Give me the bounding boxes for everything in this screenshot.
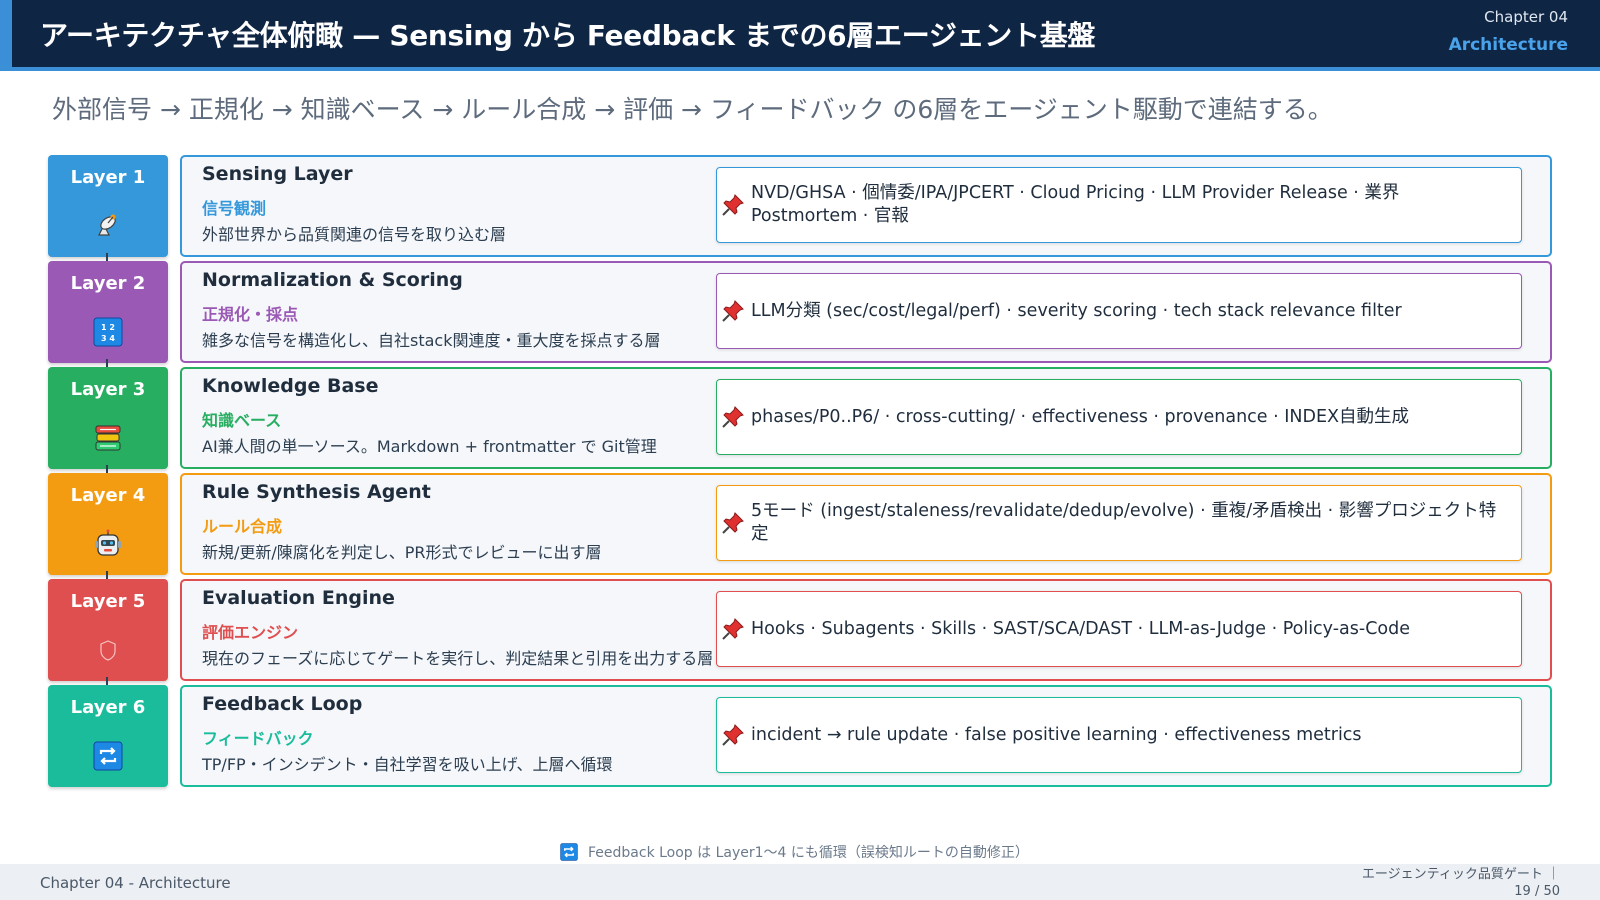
layer-detail-box: NVD/GHSA · 個情委/IPA/JPCERT · Cloud Pricin…	[716, 167, 1522, 243]
layer-jp-name: ルール合成	[202, 517, 283, 536]
layer-title: Sensing Layer	[202, 163, 353, 185]
satellite-antenna-icon	[98, 214, 116, 236]
robot-icon	[95, 529, 121, 556]
layer-label: Layer 1	[70, 167, 146, 188]
slide-header: アーキテクチャ全体俯瞰 — Sensing から Feedback までの6層エ…	[0, 0, 1600, 67]
layer-badge-1: Layer 1	[48, 155, 168, 257]
chapter-name: Architecture	[1448, 35, 1568, 55]
svg-text:1 2: 1 2	[101, 323, 115, 332]
layer-badge-2: Layer 2 1 2 3 4	[48, 261, 168, 363]
layer-label: Layer 5	[70, 591, 146, 612]
layer-title: Rule Synthesis Agent	[202, 481, 431, 503]
layer-jp-name: 評価エンジン	[202, 623, 299, 642]
shield-icon	[100, 640, 116, 661]
layer-detail-text: LLM分類 (sec/cost/legal/perf) · severity s…	[751, 300, 1402, 321]
pushpin-icon	[722, 618, 744, 640]
layer-title: Knowledge Base	[202, 375, 379, 397]
repeat-icon	[93, 741, 123, 771]
footer-chapter: Chapter 04 - Architecture	[40, 874, 231, 892]
layer-badge-3: Layer 3	[48, 367, 168, 469]
header-accent-bar	[0, 0, 12, 67]
layer-row-2: Layer 2 1 2 3 4 Normalization & Scoring …	[0, 261, 1600, 375]
layer-row-1: Layer 1 Sensing Layer 信号観測 外部世界から品質関連の信号…	[0, 155, 1600, 269]
layer-badge-5: Layer 5	[48, 579, 168, 681]
footer-deck-title: エージェンティック品質ゲート ｜	[1361, 867, 1560, 882]
layer-jp-name: 知識ベース	[202, 411, 282, 430]
layer-description: TP/FP・インシデント・自社学習を吸い上げ、上層へ循環	[202, 755, 613, 774]
layer-card-6: Feedback Loop フィードバック TP/FP・インシデント・自社学習を…	[180, 685, 1552, 787]
layer-description: 雑多な信号を構造化し、自社stack関連度・重大度を採点する層	[202, 331, 661, 350]
svg-text:3 4: 3 4	[101, 334, 115, 343]
footer-meta: エージェンティック品質ゲート ｜ 19 / 50	[1362, 866, 1560, 900]
pushpin-icon	[722, 194, 744, 216]
layer-title: Feedback Loop	[202, 693, 363, 715]
layer-card-5: Evaluation Engine 評価エンジン 現在のフェーズに応じてゲートを…	[180, 579, 1552, 681]
pushpin-icon	[722, 724, 744, 746]
layer-description: AI兼人間の単一ソース。Markdown + frontmatter で Git…	[202, 437, 657, 456]
layer-description: 外部世界から品質関連の信号を取り込む層	[202, 225, 507, 244]
layer-row-5: Layer 5 Evaluation Engine 評価エンジン 現在のフェーズ…	[0, 579, 1600, 693]
slide-subtitle: 外部信号 → 正規化 → 知識ベース → ルール合成 → 評価 → フィードバッ…	[52, 95, 1333, 124]
layer-detail-box: incident → rule update · false positive …	[716, 697, 1522, 773]
pushpin-icon	[722, 406, 744, 428]
layer-card-1: Sensing Layer 信号観測 外部世界から品質関連の信号を取り込む層 N…	[180, 155, 1552, 257]
layer-detail-box: LLM分類 (sec/cost/legal/perf) · severity s…	[716, 273, 1522, 349]
layer-jp-name: 信号観測	[202, 199, 267, 218]
layer-detail-box: phases/P0..P6/ · cross-cutting/ · effect…	[716, 379, 1522, 455]
layer-row-6: Layer 6 Feedback Loop フィードバック TP/FP・インシデ…	[0, 685, 1600, 787]
layer-label: Layer 2	[70, 273, 146, 294]
pushpin-icon	[722, 300, 744, 322]
numbers-input-icon: 1 2 3 4	[93, 317, 123, 347]
pushpin-icon	[722, 512, 744, 534]
layer-row-4: Layer 4 Rule Synthesis Agent ルール合成 新規/更新…	[0, 473, 1600, 587]
layer-detail-text: phases/P0..P6/ · cross-cutting/ · effect…	[751, 406, 1410, 427]
layer-label: Layer 6	[70, 697, 146, 718]
layer-detail-text: Hooks · Subagents · Skills · SAST/SCA/DA…	[751, 618, 1411, 639]
layer-description: 現在のフェーズに応じてゲートを実行し、判定結果と引用を出力する層	[202, 649, 714, 668]
layer-detail-text: NVD/GHSA · 個情委/IPA/JPCERT · Cloud Pricin…	[751, 183, 1400, 226]
layer-detail-text: incident → rule update · false positive …	[751, 724, 1362, 745]
layer-title: Evaluation Engine	[202, 587, 395, 609]
page-number: 19 / 50	[1514, 884, 1560, 899]
slide-footer: Chapter 04 - Architecture エージェンティック品質ゲート…	[0, 864, 1600, 900]
feedback-note-text: Feedback Loop は Layer1〜4 にも循環（誤検知ルートの自動修…	[588, 845, 1029, 861]
layer-detail-box: 5モード (ingest/staleness/revalidate/dedup/…	[716, 485, 1522, 561]
layer-jp-name: フィードバック	[202, 729, 314, 748]
layer-label: Layer 3	[70, 379, 146, 400]
repeat-icon	[560, 843, 578, 861]
layer-row-3: Layer 3 Knowledge Base 知識ベース AI兼人間の単一ソース…	[0, 367, 1600, 481]
books-icon	[95, 425, 121, 451]
layer-card-4: Rule Synthesis Agent ルール合成 新規/更新/陳腐化を判定し…	[180, 473, 1552, 575]
layer-jp-name: 正規化・採点	[202, 305, 299, 324]
layer-badge-6: Layer 6	[48, 685, 168, 787]
layer-description: 新規/更新/陳腐化を判定し、PR形式でレビューに出す層	[202, 543, 602, 562]
feedback-note: Feedback Loop は Layer1〜4 にも循環（誤検知ルートの自動修…	[560, 842, 1029, 862]
layer-card-3: Knowledge Base 知識ベース AI兼人間の単一ソース。Markdow…	[180, 367, 1552, 469]
layer-label: Layer 4	[70, 485, 146, 506]
layer-title: Normalization & Scoring	[202, 269, 463, 291]
layer-detail-text: 5モード (ingest/staleness/revalidate/dedup/…	[751, 501, 1497, 544]
layer-badge-4: Layer 4	[48, 473, 168, 575]
chapter-number: Chapter 04	[1484, 8, 1568, 26]
layer-card-2: Normalization & Scoring 正規化・採点 雑多な信号を構造化…	[180, 261, 1552, 363]
layer-detail-box: Hooks · Subagents · Skills · SAST/SCA/DA…	[716, 591, 1522, 667]
slide-title: アーキテクチャ全体俯瞰 — Sensing から Feedback までの6層エ…	[40, 19, 1096, 52]
header-divider	[0, 67, 1600, 71]
